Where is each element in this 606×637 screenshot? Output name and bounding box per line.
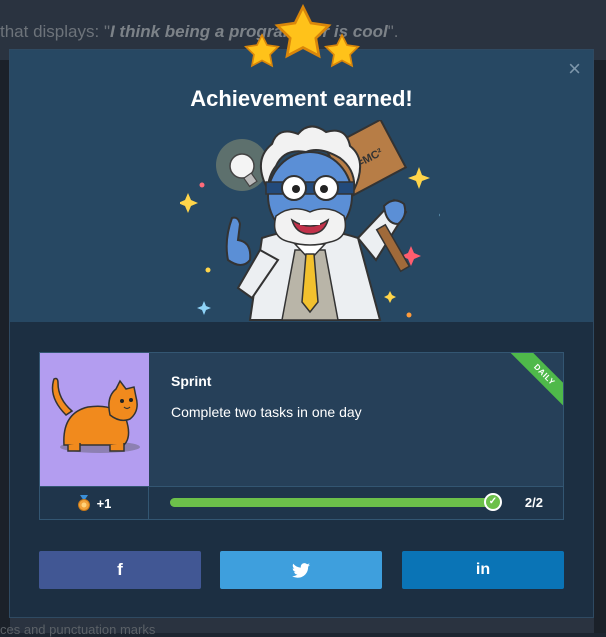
achievement-description: Complete two tasks in one day [171,404,362,420]
close-button[interactable]: × [568,58,581,80]
cat-illustration [51,377,140,453]
medal-icon [77,495,90,511]
twitter-icon [292,562,310,578]
reward-value: +1 [96,495,112,511]
linkedin-icon: in [475,561,491,578]
share-linkedin-button[interactable]: in [402,551,564,589]
progress-count: 2/2 [524,495,543,510]
daily-ribbon: DAILY [506,353,563,413]
star-icon-center [276,5,330,58]
achievement-card: Sprint Complete two tasks in one day DAI… [39,352,564,520]
star-icon-right [325,34,359,67]
background-right-column [594,60,606,633]
star-icon-left [245,34,279,67]
bg-text-suffix: ". [387,22,399,41]
achievement-image [40,353,149,486]
facebook-icon: f [117,560,123,579]
share-twitter-button[interactable] [220,551,382,589]
check-icon: ✓ [484,493,502,511]
reward-badge: +1 [40,487,149,519]
background-bottom-text: ces and punctuation marks [0,622,156,637]
modal-title: Achievement earned! [190,86,413,111]
progress-fill [170,498,496,507]
achievement-footer: +1 ✓ 2/2 [40,486,563,519]
bg-text-prefix: that displays: " [0,22,110,41]
share-facebook-button[interactable]: f [39,551,201,589]
scientist-illustration: E=MC² [180,120,440,321]
achievement-name: Sprint [171,373,212,389]
progress-bar: ✓ [170,493,502,511]
achievement-modal: × Achievement earned! E=MC² Sprint Compl… [9,49,594,618]
stars-decoration [245,5,359,67]
